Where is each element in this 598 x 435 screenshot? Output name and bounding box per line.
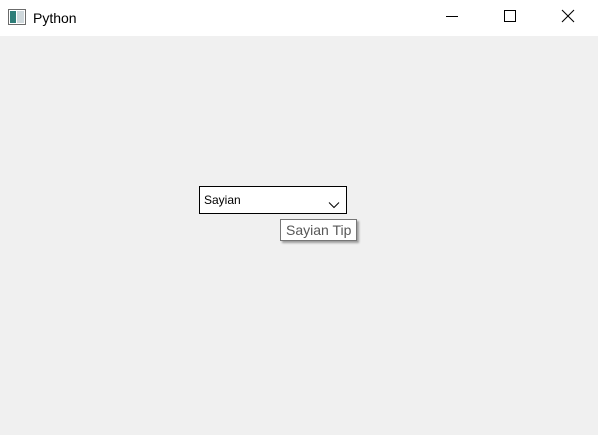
minimize-icon (446, 9, 458, 27)
maximize-button[interactable] (487, 0, 533, 36)
maximize-icon (504, 9, 516, 27)
window-title: Python (33, 10, 77, 26)
combo-selected-value: Sayian (204, 193, 241, 207)
chevron-down-icon[interactable] (328, 196, 340, 209)
close-icon (561, 9, 575, 28)
title-bar[interactable]: Python (0, 0, 598, 36)
tooltip: Sayian Tip (280, 219, 358, 241)
combo-box[interactable]: Sayian (199, 186, 347, 214)
app-window-icon (8, 9, 26, 25)
minimize-button[interactable] (429, 0, 475, 36)
close-button[interactable] (545, 0, 591, 36)
app-window: Python Sayian Sayian Tip (0, 0, 598, 435)
